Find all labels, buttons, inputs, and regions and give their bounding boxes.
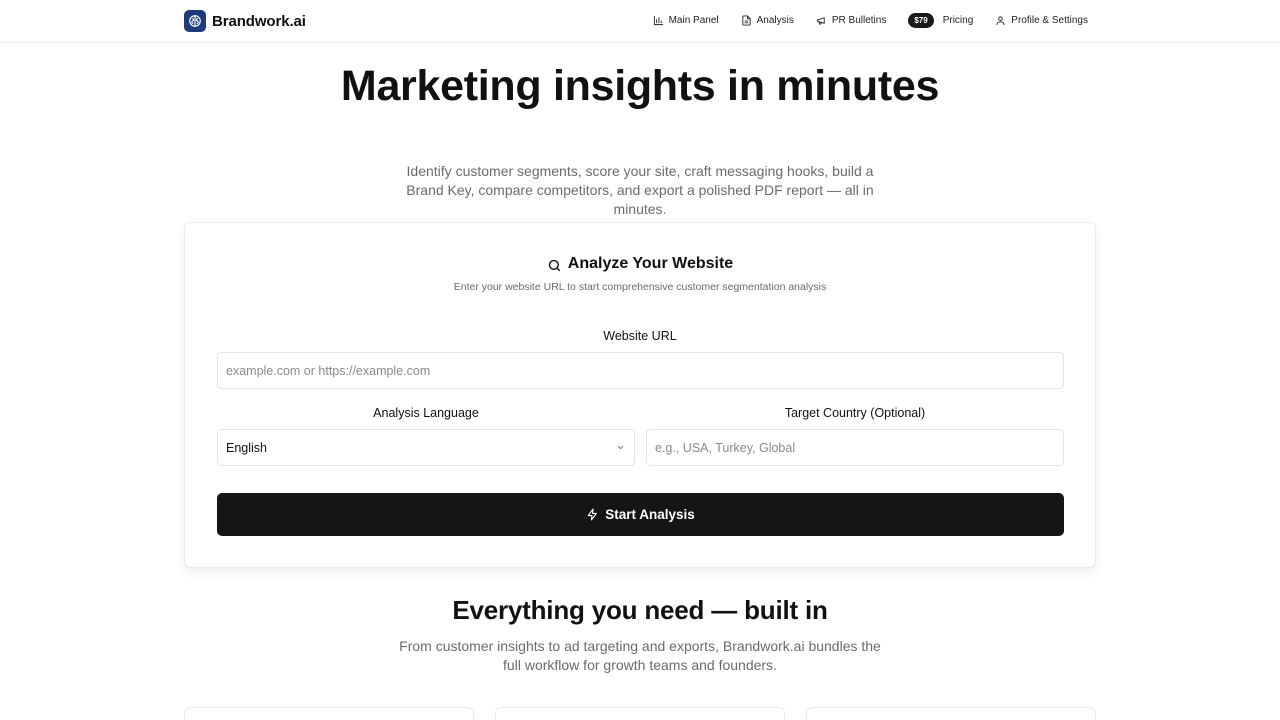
start-analysis-label: Start Analysis xyxy=(605,507,695,522)
website-url-input[interactable] xyxy=(217,352,1064,389)
nav-profile-settings[interactable]: Profile & Settings xyxy=(995,15,1088,26)
megaphone-icon xyxy=(816,17,825,25)
analyze-card-title: Analyze Your Website xyxy=(567,255,734,272)
hero-title: Marketing insights in minutes xyxy=(340,62,940,110)
nav-pricing-label: Pricing xyxy=(942,15,974,26)
nav-pr-bulletins-label: PR Bulletins xyxy=(831,15,887,26)
feature-card xyxy=(184,707,474,720)
nav-profile-settings-label: Profile & Settings xyxy=(1011,15,1088,26)
main-nav: Main Panel Analysis PR Bulletins $79 Pri… xyxy=(631,13,1088,28)
analysis-language-label: Analysis Language xyxy=(373,406,479,420)
website-url-label: Website URL xyxy=(603,329,677,343)
nav-main-panel[interactable]: Main Panel xyxy=(653,15,719,26)
nav-pr-bulletins[interactable]: PR Bulletins xyxy=(816,15,886,26)
analyze-card-subtitle: Enter your website URL to start comprehe… xyxy=(453,281,827,293)
brand-link[interactable]: Brandwork.ai xyxy=(184,10,306,32)
nav-main-panel-label: Main Panel xyxy=(668,15,719,26)
analysis-language-select[interactable]: English xyxy=(217,429,635,466)
lightning-icon xyxy=(587,508,598,521)
features-title: Everything you need — built in xyxy=(452,595,828,625)
user-icon xyxy=(996,16,1005,26)
document-icon xyxy=(742,15,751,26)
hero-subtitle: Identify customer segments, score your s… xyxy=(406,163,874,217)
feature-card xyxy=(806,707,1096,720)
search-icon xyxy=(548,259,560,271)
price-badge: $79 xyxy=(908,13,934,28)
target-country-label: Target Country (Optional) xyxy=(784,406,926,420)
chevron-down-icon xyxy=(617,445,624,450)
features-subtitle: From customer insights to ad targeting a… xyxy=(399,638,881,673)
top-navbar: Brandwork.ai Main Panel Analysis PR Bull… xyxy=(0,0,1280,43)
nav-pricing[interactable]: $79 Pricing xyxy=(908,13,973,28)
brain-icon xyxy=(184,10,206,32)
analysis-language-value: English xyxy=(226,440,267,455)
bar-chart-icon xyxy=(653,15,663,26)
nav-analysis-label: Analysis xyxy=(756,15,794,26)
nav-analysis[interactable]: Analysis xyxy=(741,15,794,26)
brand-name: Brandwork.ai xyxy=(212,12,306,30)
target-country-input[interactable] xyxy=(646,429,1064,466)
analyze-card-heading: Analyze Your Website xyxy=(185,255,1095,273)
analyze-card: Analyze Your Website Enter your website … xyxy=(184,222,1096,568)
feature-card xyxy=(495,707,785,720)
start-analysis-button[interactable]: Start Analysis xyxy=(217,493,1064,536)
